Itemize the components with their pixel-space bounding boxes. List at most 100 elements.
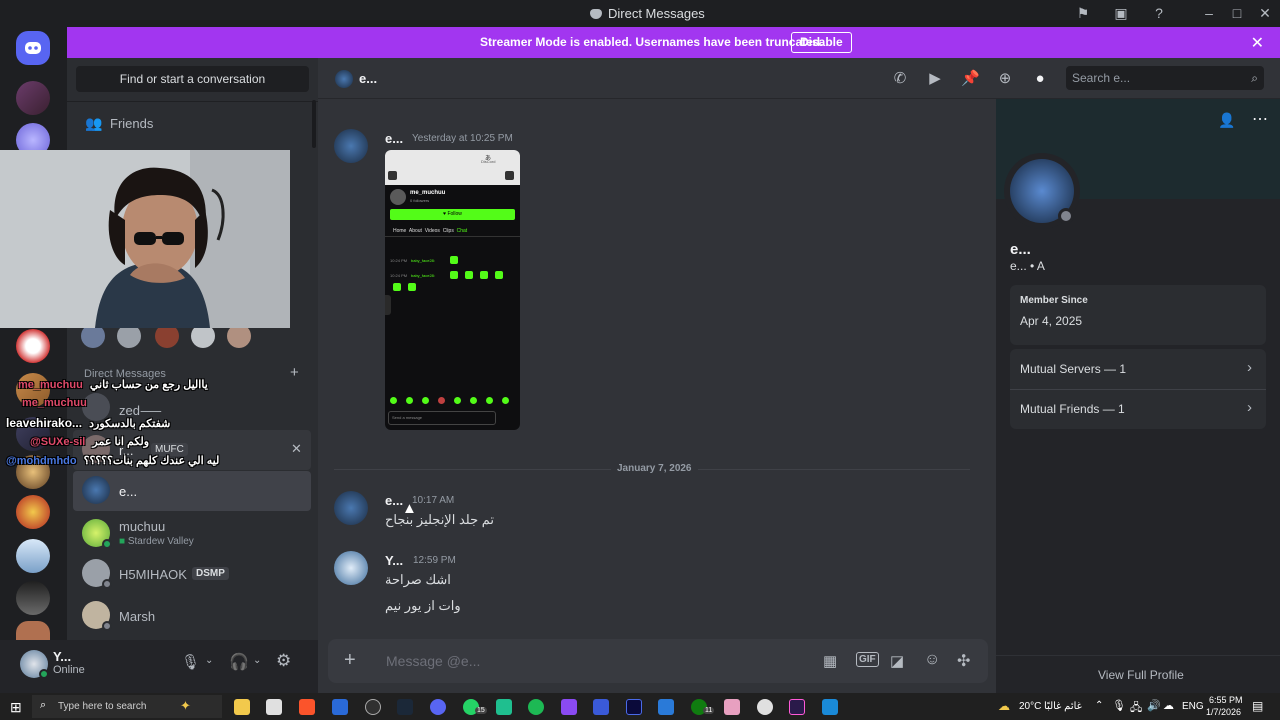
language-indicator[interactable]: ENG xyxy=(1182,701,1204,712)
search-highlight-icon: ✦ xyxy=(180,698,191,713)
create-dm-plus-icon[interactable]: + xyxy=(290,364,299,381)
message-timestamp: Yesterday at 10:25 PM xyxy=(412,133,513,144)
voice-call-icon[interactable]: ✆ xyxy=(891,70,909,88)
app-icon[interactable] xyxy=(496,699,512,715)
pin-icon[interactable]: 📌 xyxy=(961,70,980,88)
mutual-servers-row[interactable]: Mutual Servers — 1 › xyxy=(1010,349,1266,389)
network-icon[interactable]: 🖧 xyxy=(1130,699,1142,718)
steam-icon[interactable] xyxy=(397,699,413,715)
chevron-down-icon[interactable]: ⌄ xyxy=(205,655,213,666)
server-icon[interactable] xyxy=(16,581,50,615)
dm-item-e[interactable]: e... xyxy=(73,471,311,511)
app-icon[interactable] xyxy=(626,699,642,715)
brave-icon[interactable] xyxy=(299,699,315,715)
chevron-down-icon[interactable]: ⌄ xyxy=(253,655,261,666)
discord-taskbar-icon[interactable] xyxy=(430,699,446,715)
settings-gear-icon[interactable]: ⚙ xyxy=(276,651,291,671)
server-icon[interactable] xyxy=(16,81,50,115)
server-icon[interactable] xyxy=(16,539,50,573)
add-friends-to-dm-icon[interactable]: ⊕ xyxy=(996,70,1014,88)
streamer-mode-banner: Streamer Mode is enabled. Usernames have… xyxy=(67,27,1280,58)
home-button[interactable] xyxy=(16,31,50,65)
upload-plus-icon[interactable]: + xyxy=(344,649,356,672)
search-input[interactable]: Search e... ⌕ xyxy=(1066,66,1264,90)
avatar xyxy=(82,476,110,504)
message-author[interactable]: e... xyxy=(385,493,403,508)
weather-text[interactable]: غائم غالبًا xyxy=(1044,701,1082,712)
attachment-send-placeholder: Send a message xyxy=(392,415,423,420)
inbox-icon[interactable]: ▣ xyxy=(1113,5,1129,21)
spotify-icon[interactable] xyxy=(528,699,544,715)
close-dm-icon[interactable]: ✕ xyxy=(291,441,302,457)
image-attachment[interactable]: あ DisCord me_muchuu 0 followers ♥ Follow… xyxy=(385,150,520,430)
sticker-icon[interactable]: ◪ xyxy=(890,652,904,670)
onedrive-icon[interactable]: ☁ xyxy=(1163,699,1174,712)
gift-icon[interactable]: ▦ xyxy=(823,652,837,670)
attachment-followers: 0 followers xyxy=(410,198,430,203)
server-icon[interactable] xyxy=(16,329,50,363)
flag-icon[interactable]: ⚑ xyxy=(1075,5,1091,21)
attachment-tabs: Home About Videos Clips Chat xyxy=(393,228,467,234)
window-close-icon[interactable]: ✕ xyxy=(1257,5,1273,21)
minimize-icon[interactable]: – xyxy=(1201,5,1217,21)
app-icon[interactable] xyxy=(822,699,838,715)
server-icon[interactable] xyxy=(16,495,50,529)
clock-time[interactable]: 6:55 PM xyxy=(1209,695,1243,705)
microphone-icon[interactable]: 🎙 xyxy=(181,653,200,671)
window-title: Direct Messages xyxy=(590,6,705,21)
clock-date[interactable]: 1/7/2026 xyxy=(1206,707,1241,717)
file-explorer-icon[interactable] xyxy=(234,699,250,715)
app-icon[interactable] xyxy=(593,699,609,715)
store-icon[interactable] xyxy=(266,699,282,715)
message-input[interactable]: Message @e... xyxy=(386,653,480,669)
emoji-icon[interactable]: ☺ xyxy=(924,651,940,669)
streamer-webcam-image xyxy=(0,150,290,328)
message-author[interactable]: Y... xyxy=(385,553,403,568)
app-icon[interactable] xyxy=(332,699,348,715)
divider xyxy=(67,101,318,102)
mutual-friends-row[interactable]: Mutual Friends — 1 › xyxy=(1010,389,1266,429)
app-icon[interactable] xyxy=(561,699,577,715)
scrollbar[interactable] xyxy=(312,100,316,148)
friends-nav-item[interactable]: 👥 Friends xyxy=(73,103,311,143)
app-icon[interactable] xyxy=(365,699,381,715)
taskbar-search-input[interactable]: ⌕ Type here to search ✦ xyxy=(32,695,222,718)
help-icon[interactable]: ? xyxy=(1151,5,1167,21)
server-icon[interactable] xyxy=(16,621,50,641)
apps-icon[interactable]: ✣ xyxy=(957,651,970,671)
more-options-icon[interactable]: ⋯ xyxy=(1252,109,1268,129)
message-author[interactable]: e... xyxy=(385,131,403,146)
message-text: اشك صراحة xyxy=(385,572,451,587)
microphone-icon[interactable]: 🎙 xyxy=(1112,699,1126,712)
offline-status-dot xyxy=(102,621,112,631)
dm-item-muchuu[interactable]: muchuu ■ Stardew Valley xyxy=(73,514,311,554)
weather-icon[interactable]: ☁ xyxy=(998,699,1010,713)
add-friend-icon[interactable]: 👤 xyxy=(1218,112,1235,129)
app-icon[interactable] xyxy=(724,699,740,715)
app-icon[interactable] xyxy=(757,699,773,715)
banner-close-icon[interactable]: ✕ xyxy=(1251,33,1264,53)
dm-item-marsh[interactable]: Marsh xyxy=(73,596,311,636)
member-since-label: Member Since xyxy=(1020,295,1088,306)
fresco-icon[interactable] xyxy=(789,699,805,715)
find-conversation-button[interactable]: Find or start a conversation xyxy=(76,66,309,92)
view-full-profile-link[interactable]: View Full Profile xyxy=(1098,668,1184,682)
tray-icon[interactable]: ⌃ xyxy=(1095,700,1103,711)
avatar[interactable] xyxy=(334,551,368,585)
chat-scrollbar[interactable] xyxy=(986,99,994,639)
temperature[interactable]: 20°C xyxy=(1019,701,1041,712)
headphones-icon[interactable]: 🎧 xyxy=(229,652,249,672)
disable-button[interactable]: Disable xyxy=(791,32,852,53)
avatar[interactable] xyxy=(334,491,368,525)
gif-icon[interactable]: GIF xyxy=(856,652,879,667)
dm-item-h5mihaok[interactable]: H5MIHAOK DSMP xyxy=(73,554,311,594)
maximize-icon[interactable]: □ xyxy=(1229,5,1245,21)
user-profile-toggle-icon[interactable]: ● xyxy=(1031,70,1049,88)
avatar[interactable] xyxy=(334,129,368,163)
app-icon[interactable] xyxy=(658,699,674,715)
notifications-icon[interactable]: ▤ xyxy=(1252,699,1263,713)
window-titlebar: Direct Messages ⚑ ▣ ? – □ ✕ xyxy=(0,0,1280,27)
volume-icon[interactable]: 🔊 xyxy=(1147,699,1161,712)
video-call-icon[interactable]: ▶ xyxy=(926,70,944,88)
windows-start-icon[interactable]: ⊞ xyxy=(10,699,22,716)
